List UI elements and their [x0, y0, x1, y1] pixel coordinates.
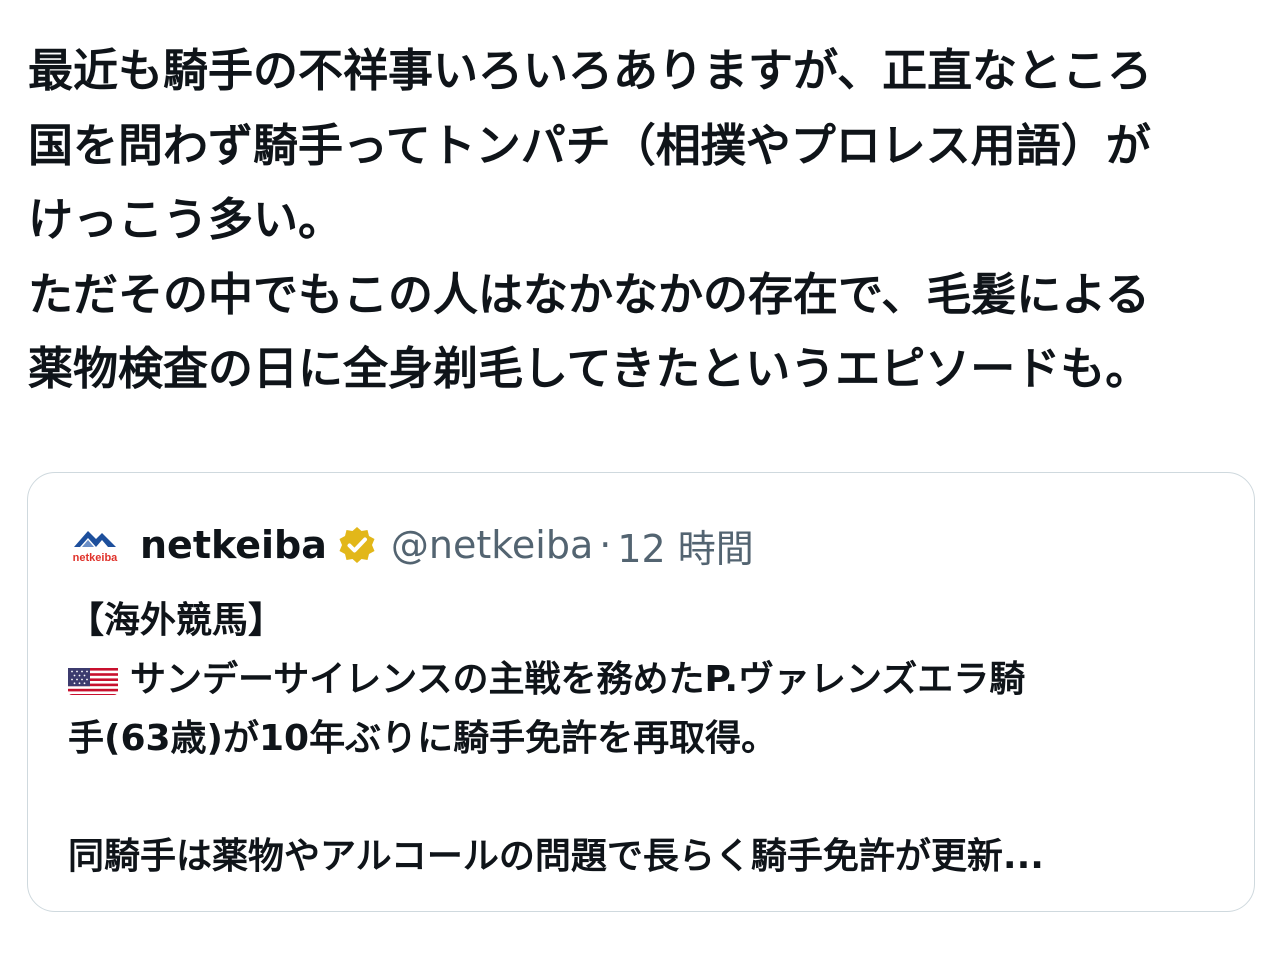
quoted-text-line: 【海外競馬】	[68, 600, 285, 641]
separator-dot: ·	[599, 523, 612, 567]
logo-text: netkeiba	[73, 552, 119, 564]
quoted-author-handle[interactable]: @netkeiba	[391, 523, 593, 567]
verified-badge-icon	[337, 525, 377, 565]
post-text-line: けっこう多い。	[28, 193, 344, 246]
quoted-text-line: 手(63歳)が10年ぶりに騎手免許を再取得。	[68, 718, 778, 759]
post-text-line: 薬物検査の日に全身剃毛してきたというエピソードも。	[28, 342, 1151, 395]
quoted-author-name[interactable]: netkeiba	[140, 523, 327, 567]
quoted-text-line: サンデーサイレンスの主戦を務めたP.ヴァレンズエラ騎	[68, 650, 1228, 709]
quoted-text-segment: サンデーサイレンスの主戦を務めたP.ヴァレンズエラ騎	[130, 659, 1026, 700]
post-text: 最近も騎手の不祥事いろいろありますが、正直なところ 国を問わず騎手ってトンパチ（…	[28, 34, 1248, 407]
post-text-line: 最近も騎手の不祥事いろいろありますが、正直なところ	[28, 44, 1153, 97]
netkeiba-logo[interactable]: netkeiba	[70, 525, 120, 565]
quoted-post-header: netkeiba netkeiba @netkeiba · 12 時間	[70, 517, 754, 573]
post-text-line: 国を問わず騎手ってトンパチ（相撲やプロレス用語）が	[28, 118, 1151, 172]
quoted-post-card[interactable]: netkeiba netkeiba @netkeiba · 12 時間 【海外競…	[27, 472, 1255, 912]
post-timestamp[interactable]: 12 時間	[617, 518, 753, 573]
post-text-line: ただその中でもこの人はなかなかの存在で、毛髪による	[28, 267, 1150, 321]
us-flag-icon	[68, 661, 118, 695]
quoted-text-line: 同騎手は薬物やアルコールの問題で長らく騎手免許が更新...	[68, 836, 1044, 877]
quoted-post-body: 【海外競馬】 サンデーサイレンスの主戦を務めたP.ヴァレンズエラ騎 手(63歳)…	[68, 591, 1228, 886]
